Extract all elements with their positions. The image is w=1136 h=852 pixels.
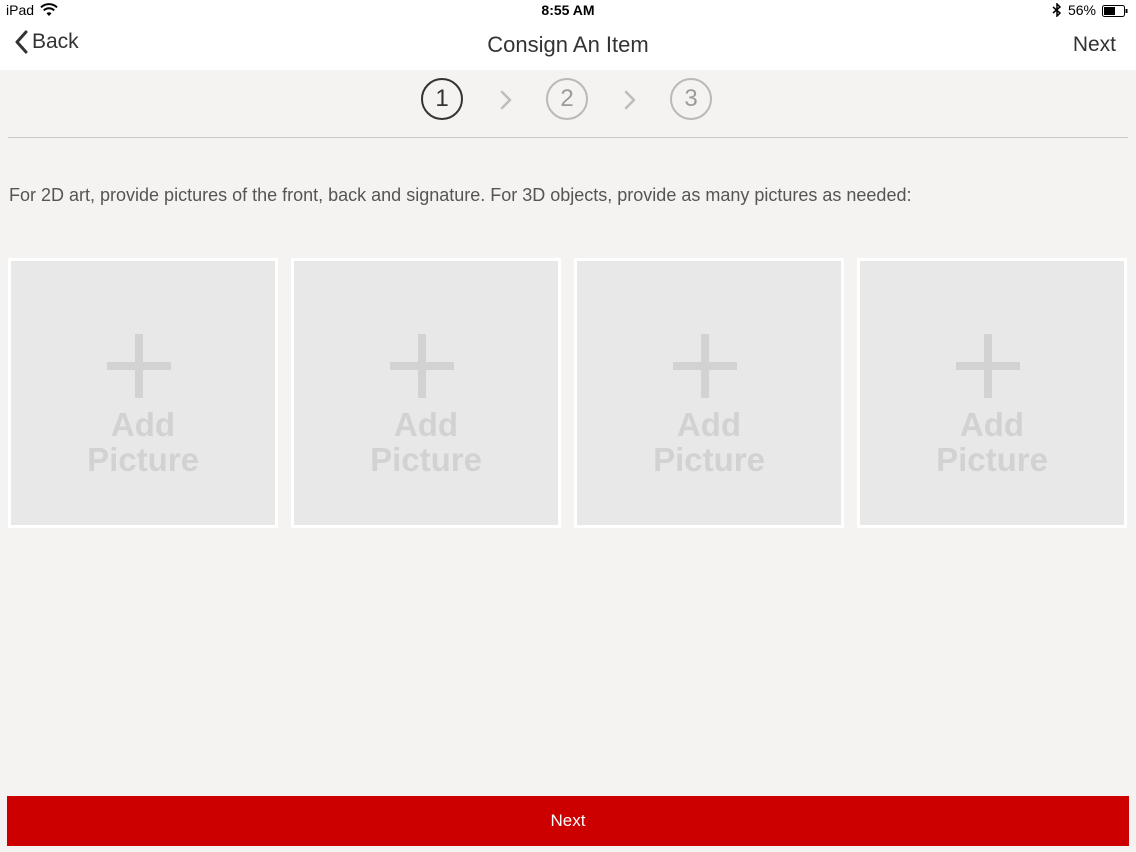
add-picture-tile-1[interactable]: Add Picture xyxy=(8,258,278,528)
step-3: 3 xyxy=(670,78,712,120)
tile-label-line1: Add xyxy=(959,406,1025,443)
chevron-right-icon xyxy=(624,90,636,110)
plus-icon xyxy=(390,334,454,398)
plus-icon xyxy=(107,334,171,398)
add-picture-tile-2[interactable]: Add Picture xyxy=(291,258,561,528)
step-1: 1 xyxy=(421,78,463,120)
add-picture-tile-4[interactable]: Add Picture xyxy=(857,258,1127,528)
nav-next-button[interactable]: Next xyxy=(1073,33,1116,57)
tile-label-line2: Picture xyxy=(653,441,765,478)
status-time: 8:55 AM xyxy=(541,2,595,18)
picture-tiles: Add Picture Add Picture Add Picture Add xyxy=(8,258,1128,530)
plus-icon xyxy=(673,334,737,398)
status-bar: iPad 8:55 AM 56% xyxy=(0,0,1136,22)
tile-label-line1: Add xyxy=(676,406,742,443)
instructions-text: For 2D art, provide pictures of the fron… xyxy=(9,185,912,205)
step-indicator: 1 2 3 xyxy=(0,78,1136,126)
tile-label-line2: Picture xyxy=(936,441,1048,478)
add-picture-label: Add Picture xyxy=(11,407,275,477)
tile-label-line1: Add xyxy=(110,406,176,443)
plus-icon xyxy=(956,334,1020,398)
tile-label-line2: Picture xyxy=(370,441,482,478)
battery-percent: 56% xyxy=(1067,2,1096,18)
nav-bar: Back Consign An Item Next xyxy=(0,22,1136,70)
add-picture-label: Add Picture xyxy=(577,407,841,477)
tile-label-line2: Picture xyxy=(87,441,199,478)
page-title: Consign An Item xyxy=(487,32,649,57)
add-picture-label: Add Picture xyxy=(294,407,558,477)
add-picture-label: Add Picture xyxy=(860,407,1124,477)
step-2: 2 xyxy=(546,78,588,120)
battery-icon xyxy=(1102,4,1128,17)
bluetooth-icon xyxy=(1052,2,1062,18)
add-picture-tile-3[interactable]: Add Picture xyxy=(574,258,844,528)
divider xyxy=(8,137,1128,138)
chevron-right-icon xyxy=(500,90,512,110)
status-right: 56% xyxy=(1052,2,1128,18)
tile-label-line1: Add xyxy=(393,406,459,443)
next-button[interactable]: Next xyxy=(7,796,1129,846)
